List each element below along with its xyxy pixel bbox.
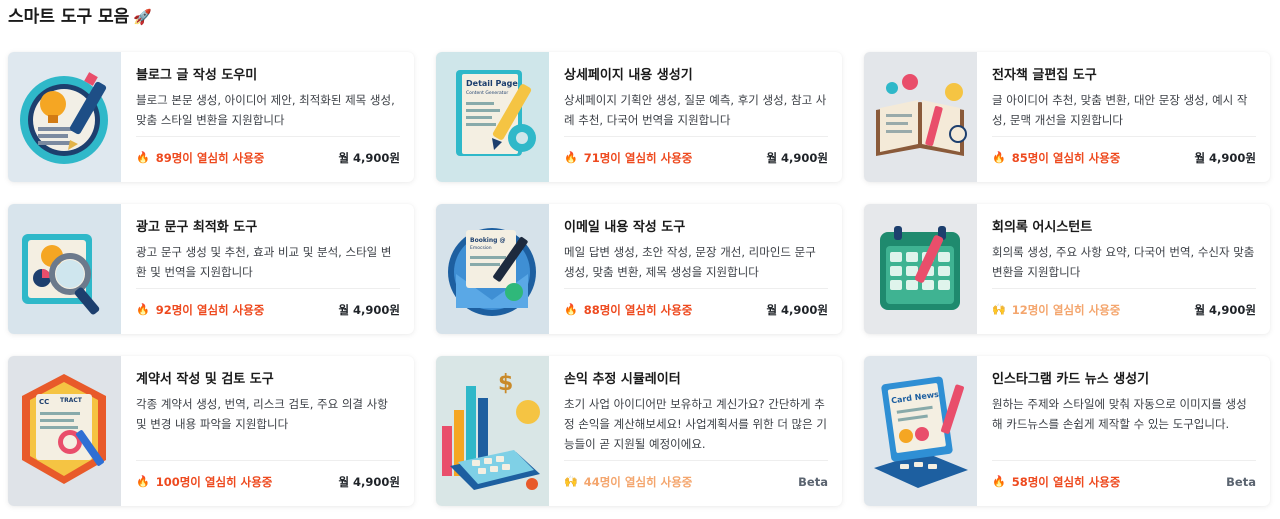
usage-count: 🔥 58명이 열심히 사용중 — [992, 474, 1120, 490]
usage-text: 89명이 열심히 사용중 — [155, 150, 265, 165]
card-footer: 🙌 12명이 열심히 사용중 월 4,900원 — [992, 288, 1256, 320]
rocket-icon: 🚀 — [133, 8, 153, 26]
price-label: 월 4,900원 — [338, 150, 400, 165]
tool-card-minutes[interactable]: 회의록 어시스턴트 회의록 생성, 주요 사항 요약, 다국어 번역, 수신자 … — [864, 204, 1270, 334]
price-label: 월 4,900원 — [338, 302, 400, 317]
thumb-text-title: Booking @ — [470, 237, 506, 244]
card-footer: 🔥 92명이 열심히 사용중 월 4,900원 — [136, 288, 400, 320]
profit-simulator-illustration: $ — [436, 356, 549, 506]
fire-icon: 🔥 — [564, 151, 578, 164]
usage-text: 88명이 열심히 사용중 — [583, 302, 693, 317]
svg-text:$: $ — [498, 371, 513, 396]
fire-icon: 🔥 — [992, 151, 1006, 164]
usage-count: 🔥 88명이 열심히 사용중 — [564, 302, 692, 318]
tool-card-ebook[interactable]: 전자책 글편집 도구 글 아이디어 추천, 맞춤 변환, 대안 문장 생성, 예… — [864, 52, 1270, 182]
contract-review-illustration: CC TRACT — [8, 356, 121, 506]
thumb-text-title: Detail Page — [466, 79, 518, 88]
card-footer: 🙌 44명이 열심히 사용중 Beta — [564, 460, 828, 492]
ad-copy-illustration — [8, 204, 121, 334]
blog-writer-illustration — [8, 52, 121, 182]
card-title: 광고 문구 최적화 도구 — [136, 220, 258, 235]
usage-text: 85명이 열심히 사용중 — [1011, 150, 1121, 165]
usage-count: 🔥 92명이 열심히 사용중 — [136, 302, 264, 318]
card-footer: 🔥 71명이 열심히 사용중 월 4,900원 — [564, 136, 828, 168]
thumb-text-title: CC — [39, 398, 49, 406]
card-description: 초기 사업 아이디어만 보유하고 계신가요? 간단하게 추정 손익을 계산해보세… — [564, 397, 827, 451]
email-writer-illustration: Booking @ Emocsion — [436, 204, 549, 334]
card-description: 상세페이지 기획안 생성, 질문 예측, 후기 생성, 참고 사례 추천, 다국… — [564, 93, 827, 127]
usage-text: 44명이 열심히 사용중 — [583, 474, 693, 489]
card-description: 글 아이디어 추천, 맞춤 변환, 대안 문장 생성, 예시 작성, 문맥 개선… — [992, 93, 1248, 127]
usage-count: 🔥 71명이 열심히 사용중 — [564, 150, 692, 166]
usage-count: 🙌 44명이 열심히 사용중 — [564, 474, 692, 490]
usage-count: 🔥 100명이 열심히 사용중 — [136, 474, 272, 490]
card-description: 광고 문구 생성 및 추천, 효과 비교 및 분석, 스타일 변환 및 번역을 … — [136, 245, 392, 279]
tool-card-profit-sim[interactable]: $ 손익 추정 시뮬레이터 초기 사업 아이디어만 보유하고 계신가요? 간단하… — [436, 356, 842, 506]
detail-page-illustration: Detail Page Content Generator — [436, 52, 549, 182]
fire-icon: 🔥 — [992, 475, 1006, 488]
thumb-text-subtitle: Emocsion — [470, 245, 492, 251]
fire-icon: 🔥 — [136, 303, 150, 316]
card-title: 이메일 내용 작성 도구 — [564, 220, 686, 235]
card-title: 손익 추정 시뮬레이터 — [564, 372, 681, 387]
card-footer: 🔥 100명이 열심히 사용중 월 4,900원 — [136, 460, 400, 492]
card-description: 블로그 본문 생성, 아이디어 제안, 최적화된 제목 생성, 맞춤 스타일 변… — [136, 93, 395, 127]
page-title: 스마트 도구 모음 🚀 — [8, 6, 152, 28]
beta-badge: Beta — [798, 474, 828, 489]
card-title: 계약서 작성 및 검토 도구 — [136, 372, 274, 387]
price-label: 월 4,900원 — [766, 150, 828, 165]
card-description: 원하는 주제와 스타일에 맞춰 자동으로 이미지를 생성해 카드뉴스를 손쉽게 … — [992, 397, 1247, 431]
tool-grid: 블로그 글 작성 도우미 블로그 본문 생성, 아이디어 제안, 최적화된 제목… — [8, 52, 1278, 506]
price-label: 월 4,900원 — [1194, 302, 1256, 317]
ebook-editor-illustration — [864, 52, 977, 182]
fire-icon: 🔥 — [136, 475, 150, 488]
thumb-text-subtitle: TRACT — [60, 397, 83, 404]
card-title: 전자책 글편집 도구 — [992, 68, 1097, 83]
card-footer: 🔥 85명이 열심히 사용중 월 4,900원 — [992, 136, 1256, 168]
price-label: 월 4,900원 — [1194, 150, 1256, 165]
fire-icon: 🔥 — [564, 303, 578, 316]
tool-card-contract[interactable]: CC TRACT 계약서 작성 및 검토 도구 각종 계약서 생성, 번역, 리… — [8, 356, 414, 506]
tool-card-blog[interactable]: 블로그 글 작성 도우미 블로그 본문 생성, 아이디어 제안, 최적화된 제목… — [8, 52, 414, 182]
meeting-minutes-illustration — [864, 204, 977, 334]
raised-hands-icon: 🙌 — [564, 475, 578, 488]
card-description: 회의록 생성, 주요 사항 요약, 다국어 번역, 수신자 맞춤 변환을 지원합… — [992, 245, 1255, 279]
page-title-text: 스마트 도구 모음 — [8, 7, 130, 27]
card-footer: 🔥 58명이 열심히 사용중 Beta — [992, 460, 1256, 492]
beta-badge: Beta — [1226, 474, 1256, 489]
usage-count: 🙌 12명이 열심히 사용중 — [992, 302, 1120, 318]
card-title: 인스타그램 카드 뉴스 생성기 — [992, 372, 1150, 387]
card-title: 상세페이지 내용 생성기 — [564, 68, 693, 83]
usage-count: 🔥 85명이 열심히 사용중 — [992, 150, 1120, 166]
card-title: 회의록 어시스턴트 — [992, 220, 1093, 235]
card-description: 메일 답변 생성, 초안 작성, 문장 개선, 리마인드 문구 생성, 맞춤 변… — [564, 245, 816, 279]
card-footer: 🔥 88명이 열심히 사용중 월 4,900원 — [564, 288, 828, 320]
usage-text: 58명이 열심히 사용중 — [1011, 474, 1121, 489]
tool-card-ad-copy[interactable]: 광고 문구 최적화 도구 광고 문구 생성 및 추천, 효과 비교 및 분석, … — [8, 204, 414, 334]
fire-icon: 🔥 — [136, 151, 150, 164]
tool-card-detail-page[interactable]: Detail Page Content Generator 상세페이지 내용 생… — [436, 52, 842, 182]
card-footer: 🔥 89명이 열심히 사용중 월 4,900원 — [136, 136, 400, 168]
tool-card-email[interactable]: Booking @ Emocsion 이메일 내용 작성 도구 메일 답변 생성… — [436, 204, 842, 334]
usage-text: 100명이 열심히 사용중 — [155, 474, 273, 489]
usage-text: 71명이 열심히 사용중 — [583, 150, 693, 165]
thumb-text-subtitle: Content Generator — [466, 90, 508, 96]
usage-count: 🔥 89명이 열심히 사용중 — [136, 150, 264, 166]
usage-text: 92명이 열심히 사용중 — [155, 302, 265, 317]
usage-text: 12명이 열심히 사용중 — [1011, 302, 1121, 317]
card-title: 블로그 글 작성 도우미 — [136, 68, 258, 83]
tool-card-card-news[interactable]: Card News 인스타그램 카드 뉴스 생성기 원하는 주제와 스타일에 맞… — [864, 356, 1270, 506]
raised-hands-icon: 🙌 — [992, 303, 1006, 316]
card-news-illustration: Card News — [864, 356, 977, 506]
card-description: 각종 계약서 생성, 번역, 리스크 검토, 주요 의결 사항 및 변경 내용 … — [136, 397, 388, 431]
price-label: 월 4,900원 — [338, 474, 400, 489]
price-label: 월 4,900원 — [766, 302, 828, 317]
